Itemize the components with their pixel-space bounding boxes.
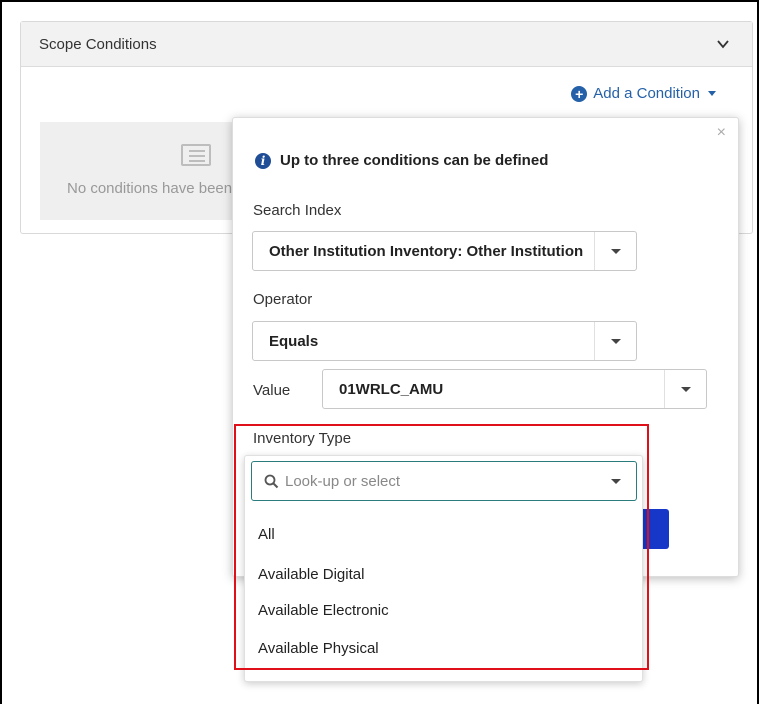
chevron-down-icon[interactable] <box>716 37 730 51</box>
caret-down-icon <box>610 248 621 254</box>
empty-conditions-box: No conditions have been defined <box>40 122 240 220</box>
close-icon[interactable]: × <box>717 124 726 142</box>
search-index-label: Search Index <box>253 202 342 219</box>
scope-conditions-header[interactable]: Scope Conditions <box>21 22 752 67</box>
option-all[interactable]: All <box>258 526 275 543</box>
dropdown-toggle[interactable] <box>664 370 706 408</box>
caret-down-icon <box>611 478 621 484</box>
option-available-physical[interactable]: Available Physical <box>258 640 379 657</box>
inventory-type-select[interactable]: Look-up or select <box>251 461 637 501</box>
caret-down-icon <box>610 338 621 344</box>
dropdown-toggle[interactable] <box>594 232 636 270</box>
inventory-type-placeholder: Look-up or select <box>285 472 401 490</box>
inventory-type-search[interactable]: Look-up or select <box>252 473 596 490</box>
option-available-electronic[interactable]: Available Electronic <box>258 602 389 619</box>
search-index-value: Other Institution Inventory: Other Insti… <box>269 242 584 260</box>
scope-conditions-title: Scope Conditions <box>39 35 157 53</box>
dropdown-toggle[interactable] <box>594 322 636 360</box>
add-condition-button[interactable]: + Add a Condition <box>571 85 716 102</box>
info-text: Up to three conditions can be defined <box>280 152 549 169</box>
value-label: Value <box>253 382 291 399</box>
inventory-type-label: Inventory Type <box>253 430 352 447</box>
operator-value: Equals <box>269 332 319 350</box>
operator-label: Operator <box>253 291 313 308</box>
list-icon <box>181 144 211 166</box>
info-circle-icon: i <box>255 152 271 169</box>
search-index-select[interactable]: Other Institution Inventory: Other Insti… <box>252 231 637 271</box>
search-icon <box>264 474 279 488</box>
caret-down-icon <box>680 386 691 392</box>
caret-down-icon <box>708 91 716 96</box>
add-condition-label: Add a Condition <box>593 85 700 102</box>
value-value: 01WRLC_AMU <box>339 380 444 398</box>
empty-conditions-text: No conditions have been defined <box>67 180 240 197</box>
dropdown-toggle[interactable] <box>596 462 636 500</box>
plus-circle-icon: + <box>571 85 588 102</box>
operator-select[interactable]: Equals <box>252 321 637 361</box>
info-message: i Up to three conditions can be defined <box>255 152 548 169</box>
value-select[interactable]: 01WRLC_AMU <box>322 369 707 409</box>
option-available-digital[interactable]: Available Digital <box>258 566 364 583</box>
